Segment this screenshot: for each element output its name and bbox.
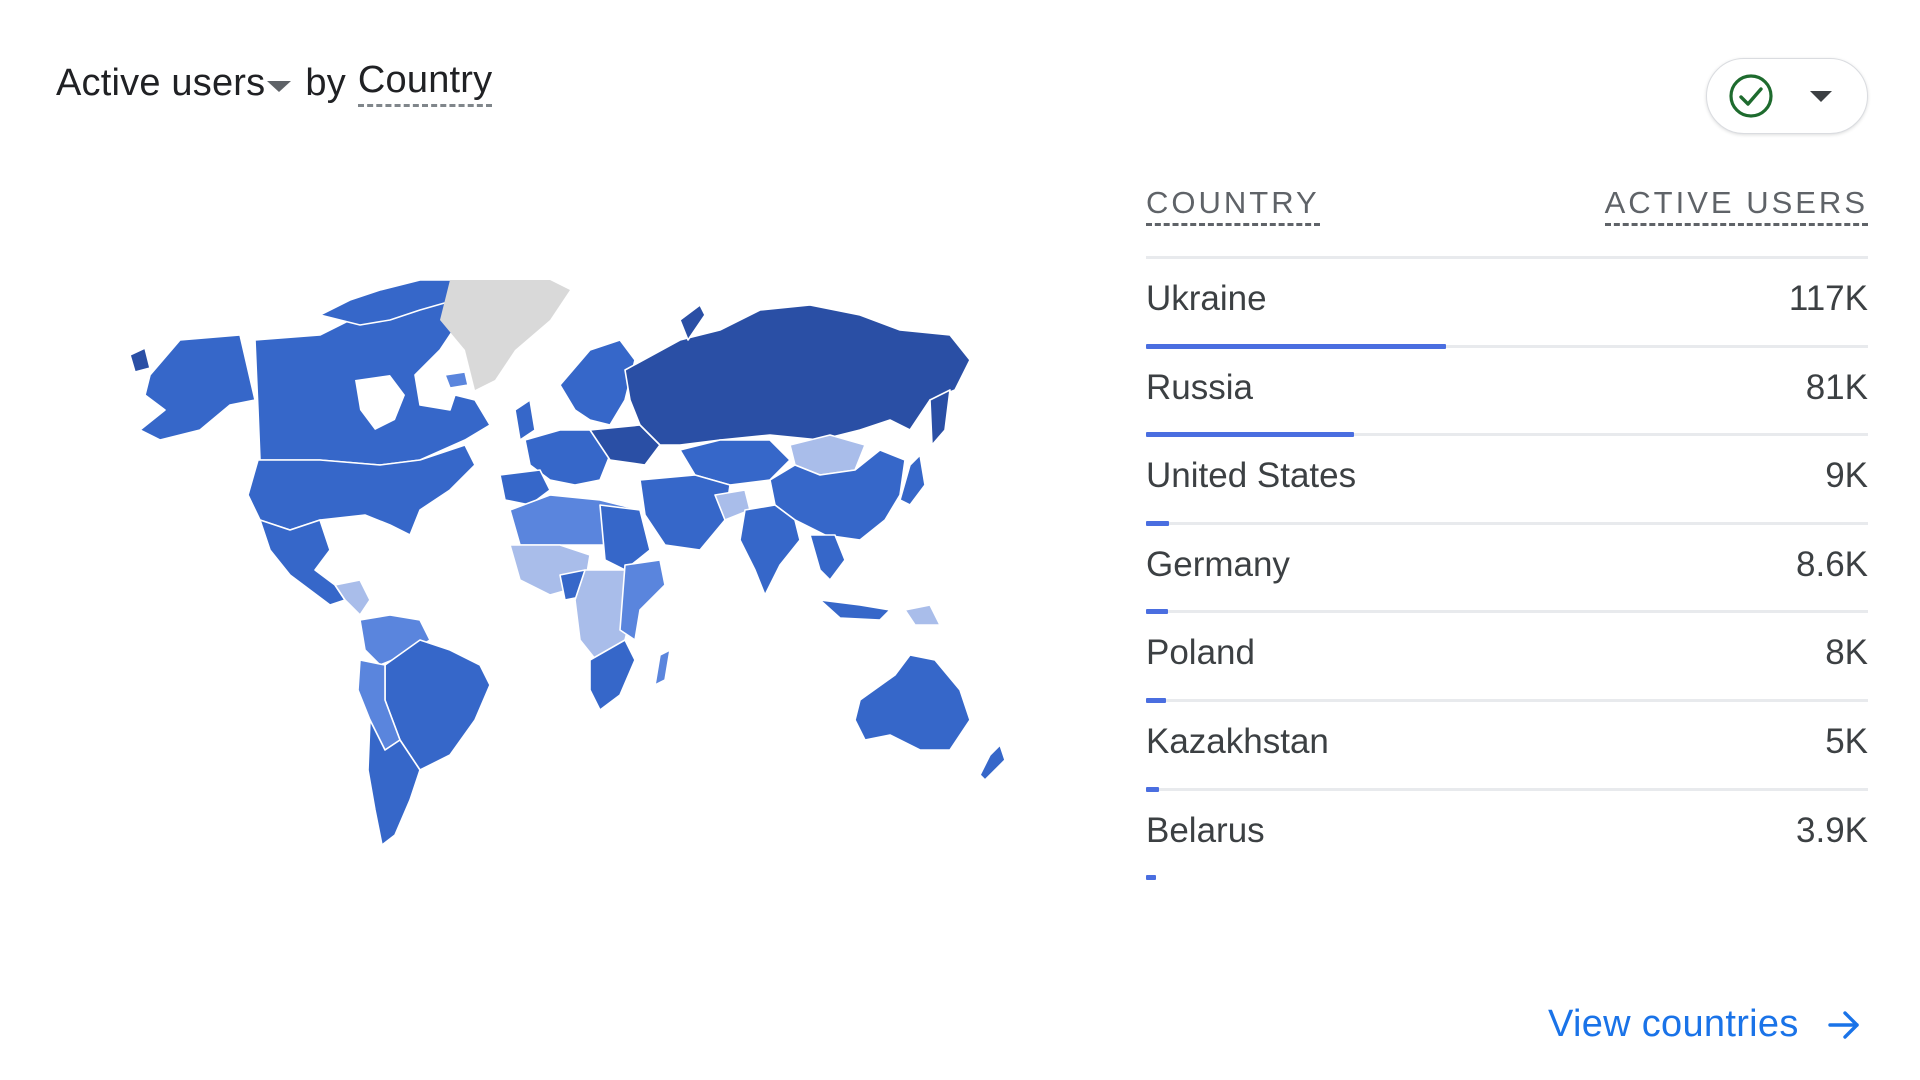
map-region-indonesia[interactable] [819, 599, 891, 621]
map-region-iceland[interactable] [444, 371, 469, 389]
map-region-egypt-sudan[interactable] [599, 504, 651, 571]
map-region-middle-east[interactable] [639, 474, 731, 551]
active-users-value: 3.9K [1796, 810, 1868, 850]
country-name: Poland [1146, 633, 1255, 673]
active-users-value: 5K [1825, 721, 1868, 761]
active-users-value: 8K [1825, 633, 1868, 673]
card-title: Active users by Country [56, 59, 493, 107]
table-row[interactable]: Ukraine 117K [1146, 259, 1868, 349]
active-users-value: 8.6K [1796, 544, 1868, 584]
caret-down-icon[interactable] [267, 80, 292, 92]
table-header: COUNTRY ACTIVE USERS [1146, 185, 1868, 259]
column-header-country[interactable]: COUNTRY [1146, 185, 1320, 227]
table-row[interactable]: Kazakhstan 5K [1146, 702, 1868, 792]
map-region-australia[interactable] [854, 654, 971, 751]
map-region-russia[interactable] [624, 304, 971, 446]
table-row[interactable]: Germany 8.6K [1146, 525, 1868, 615]
active-users-value: 9K [1825, 456, 1868, 496]
column-header-active-users[interactable]: ACTIVE USERS [1604, 185, 1868, 227]
map-region-india[interactable] [739, 504, 801, 596]
value-bar [1146, 875, 1157, 881]
bar-track [1146, 876, 1868, 879]
map-region-east-africa[interactable] [619, 559, 666, 641]
view-countries-link[interactable]: View countries [1548, 1003, 1861, 1046]
map-region-kamchatka[interactable] [929, 389, 951, 446]
map-region-alaska[interactable] [139, 334, 256, 441]
country-name: Russia [1146, 367, 1253, 407]
country-name: Ukraine [1146, 279, 1267, 318]
map-region-png[interactable] [904, 604, 941, 626]
world-map [129, 280, 1006, 846]
map-region-new-zealand[interactable] [979, 744, 1006, 781]
country-table: COUNTRY ACTIVE USERS Ukraine 117K Russia 81… [1146, 185, 1868, 881]
dimension-selector[interactable]: Country [357, 59, 493, 107]
country-name: Belarus [1146, 810, 1265, 850]
country-name: Germany [1146, 544, 1290, 584]
table-body: Ukraine 117K Russia 81K United States 9K Germa… [1146, 259, 1868, 881]
title-connector: by [305, 61, 346, 104]
comparison-menu-button[interactable] [1706, 58, 1868, 134]
table-row[interactable]: Belarus 3.9K [1146, 791, 1868, 881]
table-row[interactable]: Russia 81K [1146, 348, 1868, 438]
country-name: Kazakhstan [1146, 721, 1329, 761]
metric-label: Active users [56, 61, 266, 104]
country-name: United States [1146, 456, 1357, 496]
active-users-value: 117K [1788, 279, 1868, 318]
active-users-value: 81K [1805, 367, 1868, 407]
view-countries-label[interactable]: View countries [1548, 1003, 1799, 1046]
map-region-chukotka-island[interactable] [129, 347, 151, 373]
check-circle-icon [1729, 74, 1773, 118]
map-region-madagascar[interactable] [654, 649, 671, 686]
map-region-mexico[interactable] [259, 519, 346, 606]
table-row[interactable]: United States 9K [1146, 436, 1868, 526]
map-region-uk[interactable] [514, 399, 536, 441]
arrow-right-icon[interactable] [1827, 1008, 1861, 1042]
table-row[interactable]: Poland 8K [1146, 613, 1868, 703]
caret-down-icon [1810, 91, 1832, 102]
map-region-scandinavia[interactable] [559, 339, 636, 426]
map-region-southeast-asia[interactable] [809, 534, 846, 581]
metric-selector[interactable]: Active users [56, 62, 305, 105]
